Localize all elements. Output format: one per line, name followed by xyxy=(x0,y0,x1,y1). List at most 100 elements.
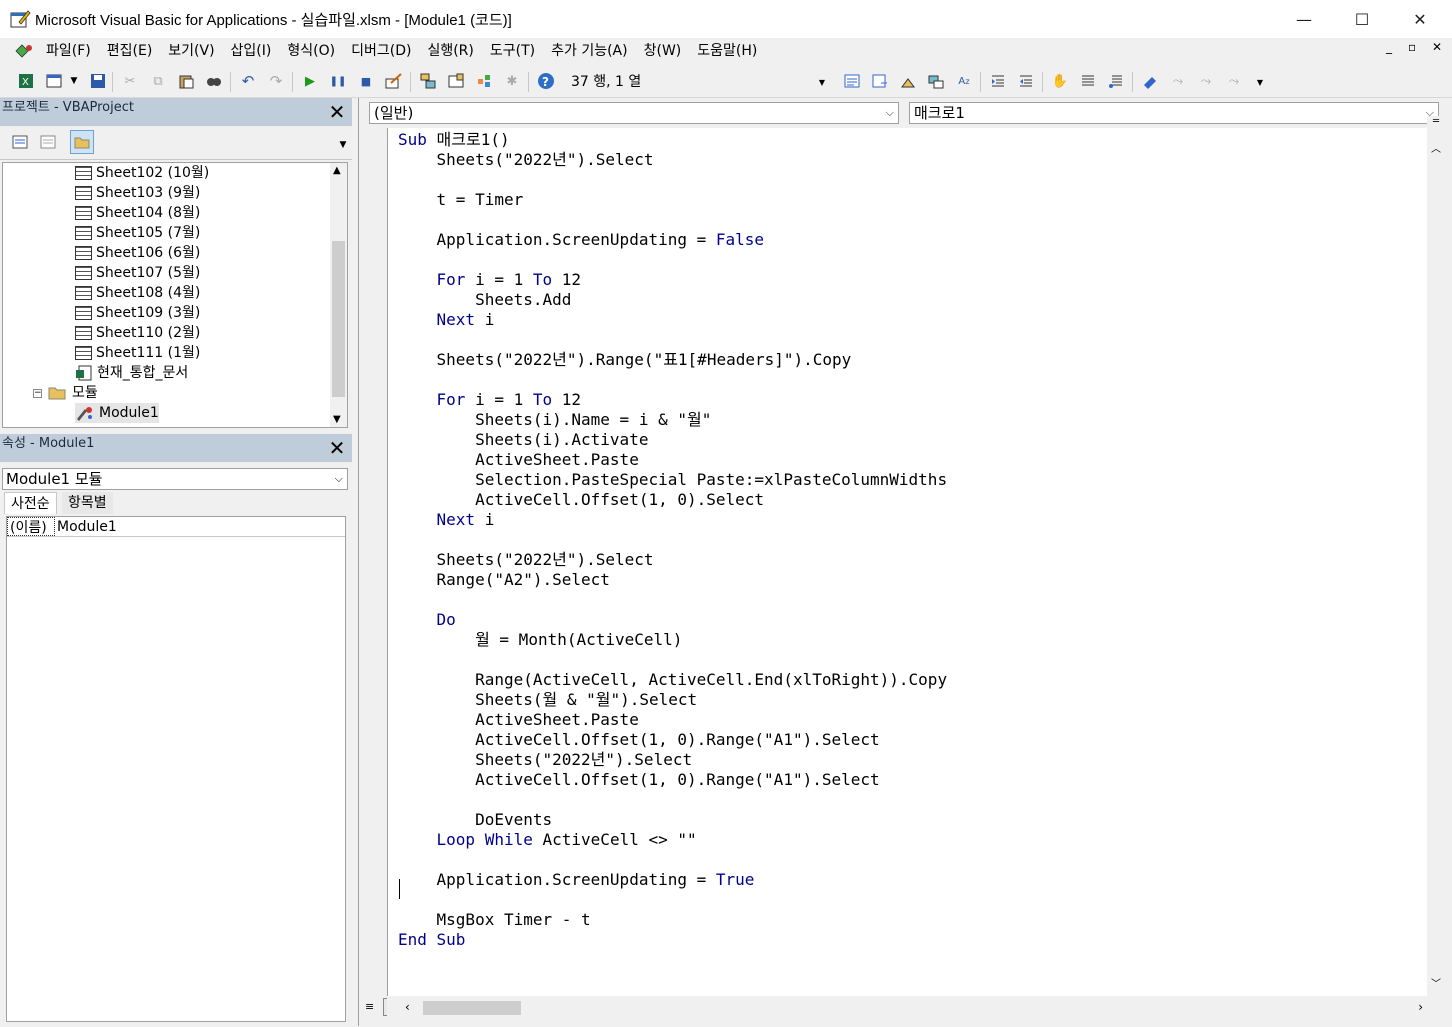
mdi-restore-button[interactable]: ▫ xyxy=(1408,40,1416,54)
property-value[interactable]: Module1 xyxy=(55,517,117,536)
scroll-down-icon[interactable]: ▼ xyxy=(333,414,341,425)
insert-userform-icon[interactable] xyxy=(44,71,64,91)
view-object-icon[interactable] xyxy=(38,132,58,152)
procedure-combo[interactable]: 매크로1 ⌵ xyxy=(909,102,1439,124)
scroll-up-icon[interactable]: ▲ xyxy=(333,165,341,176)
redo-icon[interactable]: ↷ xyxy=(266,71,286,91)
code-vertical-scrollbar[interactable]: ︿ ﹀ xyxy=(1427,136,1445,996)
tree-item-sheet105[interactable]: Sheet105 (7월) xyxy=(75,223,200,243)
next-bookmark-icon[interactable]: ⤳ xyxy=(1168,71,1188,91)
mdi-minimize-button[interactable]: _ xyxy=(1386,40,1392,54)
code-line[interactable]: MsgBox Timer - t xyxy=(398,910,947,930)
code-line[interactable]: Sheets(i).Activate xyxy=(398,430,947,450)
code-line[interactable]: End Sub xyxy=(398,930,947,950)
scroll-thumb[interactable] xyxy=(423,1001,521,1015)
mdi-close-button[interactable]: ✕ xyxy=(1432,40,1442,54)
properties-window-icon[interactable] xyxy=(446,71,466,91)
project-close-icon[interactable]: ✕ xyxy=(326,101,348,123)
complete-word-icon[interactable]: Az xyxy=(954,71,974,91)
code-line[interactable] xyxy=(398,650,947,670)
maximize-button[interactable]: ☐ xyxy=(1333,0,1391,38)
margin-indicator-bar[interactable] xyxy=(359,128,387,996)
code-horizontal-scrollbar[interactable]: ‹ › xyxy=(387,998,1427,1018)
indent-icon[interactable] xyxy=(988,71,1008,91)
cut-icon[interactable]: ✂ xyxy=(120,71,140,91)
code-line[interactable]: ActiveSheet.Paste xyxy=(398,450,947,470)
code-line[interactable] xyxy=(398,530,947,550)
code-line[interactable]: For i = 1 To 12 xyxy=(398,390,947,410)
undo-icon[interactable]: ↶ xyxy=(238,71,258,91)
code-line[interactable]: ActiveSheet.Paste xyxy=(398,710,947,730)
menu-format[interactable]: 형식(O) xyxy=(279,39,343,63)
copy-icon[interactable]: ⧉ xyxy=(148,71,168,91)
properties-close-icon[interactable]: ✕ xyxy=(326,437,348,459)
code-line[interactable]: ActiveCell.Offset(1, 0).Range("A1").Sele… xyxy=(398,730,947,750)
code-line[interactable]: Next i xyxy=(398,510,947,530)
code-line[interactable] xyxy=(398,590,947,610)
code-line[interactable]: Selection.PasteSpecial Paste:=xlPasteCol… xyxy=(398,470,947,490)
tree-item-sheet104[interactable]: Sheet104 (8월) xyxy=(75,203,200,223)
uncomment-block-icon[interactable] xyxy=(1106,71,1126,91)
code-line[interactable]: Loop While ActiveCell <> "" xyxy=(398,830,947,850)
close-button[interactable]: ✕ xyxy=(1391,0,1449,38)
menu-edit[interactable]: 편집(E) xyxy=(99,39,161,63)
code-line[interactable]: t = Timer xyxy=(398,190,947,210)
comment-block-icon[interactable] xyxy=(1078,71,1098,91)
code-line[interactable]: Sheets("2022년").Select xyxy=(398,750,947,770)
menu-file[interactable]: 파일(F) xyxy=(38,39,99,63)
object-select[interactable]: Module1 모듈 ⌵ xyxy=(2,468,348,490)
menu-debug[interactable]: 디버그(D) xyxy=(343,39,419,63)
tree-item-sheet111[interactable]: Sheet111 (1월) xyxy=(75,343,200,363)
help-icon[interactable]: ? xyxy=(536,71,556,91)
previous-bookmark-icon[interactable]: ⤳ xyxy=(1196,71,1216,91)
menu-help[interactable]: 도움말(H) xyxy=(689,39,765,63)
tree-item-sheet110[interactable]: Sheet110 (2월) xyxy=(75,323,200,343)
toggle-bookmark-icon[interactable] xyxy=(1140,71,1160,91)
outdent-icon[interactable] xyxy=(1016,71,1036,91)
code-line[interactable] xyxy=(398,850,947,870)
menu-insert[interactable]: 삽입(I) xyxy=(223,39,280,63)
break-icon[interactable]: ❚❚ xyxy=(328,71,348,91)
code-line[interactable]: Sub 매크로1() xyxy=(398,130,947,150)
run-icon[interactable]: ▶ xyxy=(300,71,320,91)
edit-toolbar-options-icon[interactable]: ▼ xyxy=(1250,72,1270,92)
parameter-info-icon[interactable] xyxy=(926,71,946,91)
procedure-view-icon[interactable]: ≡ xyxy=(365,1000,381,1016)
tab-alphabetic[interactable]: 사전순 xyxy=(4,492,57,514)
toggle-breakpoint-icon[interactable]: ✋ xyxy=(1050,71,1070,91)
code-line[interactable] xyxy=(398,210,947,230)
find-icon[interactable] xyxy=(204,71,224,91)
code-line[interactable]: Sheets(i).Name = i & "월" xyxy=(398,410,947,430)
code-line[interactable] xyxy=(398,370,947,390)
view-code-icon[interactable] xyxy=(10,132,30,152)
property-row-name[interactable]: (이름) Module1 xyxy=(7,517,345,537)
tree-item-sheet103[interactable]: Sheet103 (9월) xyxy=(75,183,200,203)
tree-folder-modules[interactable]: − 모듈 xyxy=(33,383,98,403)
toolbox-icon[interactable]: ✱ xyxy=(502,71,522,91)
split-bar[interactable]: ═ xyxy=(1427,116,1445,134)
tree-item-sheet102[interactable]: Sheet102 (10월) xyxy=(75,163,209,183)
project-explorer-icon[interactable] xyxy=(418,71,438,91)
tree-item-thisworkbook[interactable]: 현재_통합_문서 xyxy=(75,363,188,383)
code-line[interactable]: Range("A2").Select xyxy=(398,570,947,590)
code-line[interactable] xyxy=(398,890,947,910)
design-mode-icon[interactable] xyxy=(384,71,404,91)
tree-item-sheet106[interactable]: Sheet106 (6월) xyxy=(75,243,200,263)
toolbar-options-icon[interactable]: ▼ xyxy=(812,72,832,92)
code-line[interactable]: Sheets.Add xyxy=(398,290,947,310)
code-line[interactable]: Application.ScreenUpdating = True xyxy=(398,870,947,890)
tree-item-sheet107[interactable]: Sheet107 (5월) xyxy=(75,263,200,283)
menu-tools[interactable]: 도구(T) xyxy=(482,39,543,63)
project-tree-scrollbar[interactable]: ▲ ▼ xyxy=(330,163,347,427)
scroll-right-icon[interactable]: › xyxy=(1418,1000,1423,1014)
insert-dropdown-icon[interactable]: ▼ xyxy=(64,71,84,91)
code-line[interactable]: Do xyxy=(398,610,947,630)
code-line[interactable]: Next i xyxy=(398,310,947,330)
code-line[interactable]: Sheets(월 & "월").Select xyxy=(398,690,947,710)
tab-categorized[interactable]: 항목별 xyxy=(62,492,113,514)
scroll-down-icon[interactable]: ﹀ xyxy=(1431,975,1441,990)
code-line[interactable]: 월 = Month(ActiveCell) xyxy=(398,630,947,650)
code-editor[interactable]: Sub 매크로1() Sheets("2022년").Select t = Ti… xyxy=(387,128,1427,996)
project-toolbar-scroll-icon[interactable]: ▼ xyxy=(336,134,350,156)
minimize-button[interactable]: — xyxy=(1275,0,1333,38)
